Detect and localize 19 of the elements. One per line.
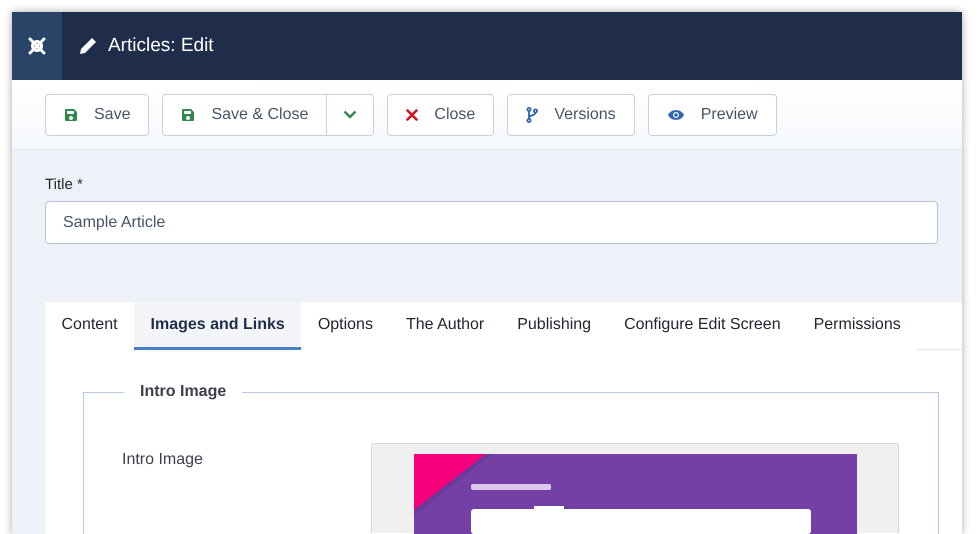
save-button[interactable]: Save & Close (162, 94, 328, 136)
chevron-down-icon (343, 110, 358, 119)
tab[interactable]: Images and Links (134, 302, 302, 350)
versions-button[interactable]: Versions (507, 94, 635, 136)
pencil-icon (78, 36, 98, 56)
title-input[interactable]: Sample Article (45, 201, 938, 244)
page-title: Articles: Edit (108, 35, 214, 57)
eye-icon (666, 108, 685, 120)
save-icon (181, 108, 196, 122)
field-label: Intro Image (122, 450, 204, 470)
preview-button[interactable]: Preview (648, 94, 777, 136)
branch-icon (526, 106, 538, 122)
close-icon (406, 108, 418, 120)
save-button[interactable]: Save (45, 94, 150, 136)
logo-icon[interactable] (26, 35, 48, 57)
field-label: Title * (45, 176, 84, 193)
fieldset-legend: Intro Image (124, 383, 242, 401)
save-icon (64, 108, 78, 122)
close-button[interactable]: Close (387, 94, 494, 136)
